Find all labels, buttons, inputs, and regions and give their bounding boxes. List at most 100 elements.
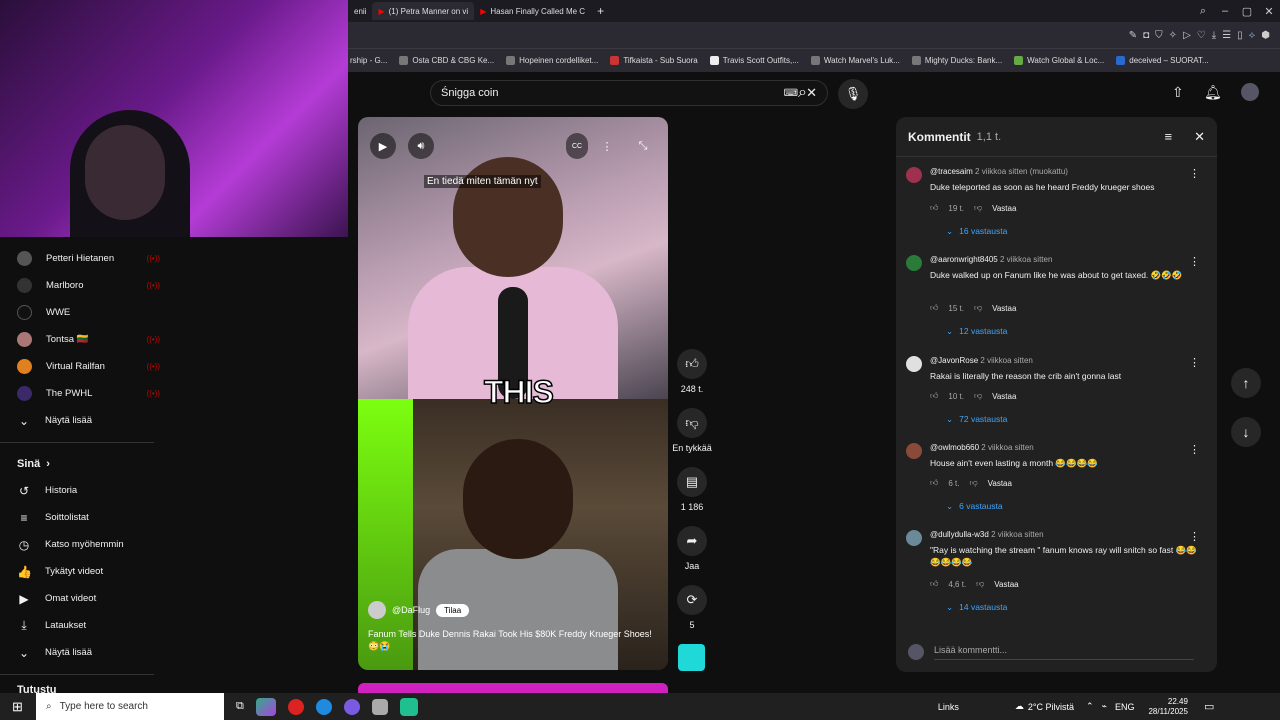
thumbs-up-icon[interactable]: 👍︎: [930, 478, 938, 488]
comment-username[interactable]: @tracesaim: [930, 167, 973, 176]
heart-icon[interactable]: ♡: [1197, 30, 1206, 41]
thumbs-down-icon[interactable]: 👎︎: [974, 391, 982, 401]
wallet-icon[interactable]: ▯: [1237, 30, 1243, 41]
network-icon[interactable]: ⌁: [1102, 701, 1107, 712]
extension-icon[interactable]: ✧: [1169, 30, 1177, 41]
share-icon[interactable]: ➦: [677, 526, 707, 556]
comment-username[interactable]: @owlmob660: [930, 443, 979, 452]
tab-0[interactable]: enii: [348, 2, 372, 20]
next-video-preview[interactable]: [358, 683, 668, 693]
thumbs-up-icon[interactable]: 👍︎: [930, 303, 938, 313]
replies-toggle[interactable]: ⌄ 6 vastausta: [946, 501, 1003, 512]
taskbar-search[interactable]: ⌕ Type here to search: [36, 693, 224, 720]
sidebar-item-your-videos[interactable]: ▶ Omat videot: [0, 585, 170, 612]
sidebar-item-watch-later[interactable]: ◷ Katso myöhemmin: [0, 531, 170, 558]
remix-icon[interactable]: ⟳: [677, 585, 707, 615]
bookmark-6[interactable]: Mighty Ducks: Bank...: [911, 56, 1002, 65]
bookmark-4[interactable]: Travis Scott Outfits,...: [709, 56, 799, 65]
extension-2-icon[interactable]: ⟡: [1249, 30, 1256, 41]
bookmark-8[interactable]: deceived – SUORAT...: [1116, 56, 1209, 65]
avatar[interactable]: [906, 356, 922, 372]
clock[interactable]: 22.49 28/11/2025: [1148, 697, 1187, 717]
sidebar-channel-2[interactable]: WWE: [0, 299, 170, 326]
short-video-player[interactable]: ▶ 🔊︎ CC ⋮ ⤡ En tiedä miten tämän nyt THI…: [358, 117, 668, 670]
reply-button[interactable]: Vastaa: [994, 580, 1018, 589]
bookmark-3[interactable]: Tifkaista - Sub Suora: [610, 56, 698, 65]
weather-widget[interactable]: ☁ 2°C Pilvistä: [1015, 701, 1074, 712]
more-options-icon[interactable]: ⋮: [598, 133, 616, 159]
more-options-icon[interactable]: ⋮: [1189, 530, 1200, 543]
sidebar-item-liked[interactable]: 👍 Tykätyt videot: [0, 558, 170, 585]
app-icon[interactable]: [371, 698, 388, 715]
edit-icon[interactable]: ✎: [1129, 30, 1137, 41]
reply-button[interactable]: Vastaa: [992, 304, 1016, 313]
bookmark-7[interactable]: Watch Global & Loc...: [1014, 56, 1104, 65]
replies-toggle[interactable]: ⌄ 16 vastausta: [946, 226, 1007, 237]
fullscreen-icon[interactable]: ⤡: [630, 133, 656, 159]
download-icon[interactable]: ⤓: [1212, 30, 1216, 41]
more-options-icon[interactable]: ⋮: [1189, 167, 1200, 180]
avatar[interactable]: [368, 601, 386, 619]
more-options-icon[interactable]: ⋮: [1189, 255, 1200, 268]
sidebar-channel-3[interactable]: Tontsa 🇱🇹 ((•)): [0, 326, 170, 353]
maximize-icon[interactable]: ▢: [1236, 5, 1258, 18]
show-more-2-button[interactable]: ⌄ Näytä lisää: [0, 639, 170, 666]
play-icon[interactable]: ▷: [1183, 30, 1191, 41]
sound-thumbnail[interactable]: [678, 644, 705, 671]
avatar[interactable]: [906, 443, 922, 459]
links-toolbar[interactable]: Links: [938, 702, 959, 712]
clear-icon[interactable]: ✕: [806, 85, 817, 101]
thumbs-down-icon[interactable]: 👎︎: [974, 203, 982, 213]
search-tabs-icon[interactable]: ⌕: [1192, 5, 1214, 18]
comment-username[interactable]: @dullydulla-w3d: [930, 530, 989, 539]
close-window-icon[interactable]: ✕: [1258, 5, 1280, 18]
notification-icon[interactable]: ▭: [1204, 700, 1214, 713]
tab-1[interactable]: ▶ (1) Petra Manner on vi: [372, 2, 475, 20]
comment-username[interactable]: @JavonRose: [930, 356, 978, 365]
reply-button[interactable]: Vastaa: [992, 204, 1016, 213]
thumbs-down-icon[interactable]: 👎︎: [976, 579, 984, 589]
cc-icon[interactable]: CC: [566, 133, 588, 159]
microphone-icon[interactable]: 🎙: [838, 79, 868, 109]
menu-icon[interactable]: ☰: [1222, 30, 1231, 41]
you-section-header[interactable]: Sinä ›: [0, 451, 170, 477]
close-icon[interactable]: ✕: [1194, 129, 1205, 145]
new-tab-button[interactable]: +: [591, 2, 610, 20]
thumbs-up-icon[interactable]: 👍︎: [930, 579, 938, 589]
sidebar-item-downloads[interactable]: ⤓ Lataukset: [0, 612, 170, 639]
bookmark-1[interactable]: Osta CBD & CBG Ke...: [399, 56, 494, 65]
search-input[interactable]: Śnigga coin: [441, 87, 776, 99]
replies-toggle[interactable]: ⌄ 12 vastausta: [946, 326, 1007, 337]
bookmark-5[interactable]: Watch Marvel's Luk...: [810, 56, 900, 65]
shield-icon[interactable]: ⛉: [1155, 30, 1163, 41]
more-options-icon[interactable]: ⋮: [1189, 443, 1200, 456]
previous-video-button[interactable]: ↑: [1231, 368, 1261, 398]
discord-icon[interactable]: [343, 698, 360, 715]
comment-username[interactable]: @aaronwright8405: [930, 255, 998, 264]
bookmark-0[interactable]: rship - G...: [350, 56, 387, 65]
sidebar-channel-4[interactable]: Virtual Railfan ((•)): [0, 353, 170, 380]
active-app-icon[interactable]: [399, 697, 418, 716]
keyboard-icon[interactable]: ⌨: [784, 88, 798, 99]
camera-icon[interactable]: ◘: [1143, 30, 1149, 41]
subscribe-button[interactable]: Tilaa: [436, 603, 470, 617]
sidebar-channel-1[interactable]: Marlboro ((•)): [0, 272, 170, 299]
sidebar-channel-5[interactable]: The PWHL ((•)): [0, 380, 170, 407]
minimize-icon[interactable]: –: [1214, 5, 1236, 18]
sidebar-item-history[interactable]: ↺ Historia: [0, 477, 170, 504]
sort-icon[interactable]: ≡: [1165, 129, 1173, 144]
volume-icon[interactable]: 🔊︎: [408, 133, 434, 159]
comment-icon[interactable]: ▤: [677, 467, 707, 497]
show-more-button[interactable]: ⌄ Näytä lisää: [0, 407, 170, 434]
more-options-icon[interactable]: ⋮: [1189, 356, 1200, 369]
search-icon[interactable]: ⌕: [798, 84, 807, 102]
thumbs-down-icon[interactable]: 👎︎: [677, 408, 707, 438]
video-title[interactable]: Fanum Tells Duke Dennis Rakai Took His $…: [368, 628, 663, 652]
task-view-icon[interactable]: ⧉: [236, 700, 244, 713]
add-comment-input[interactable]: Lisää kommentti...: [934, 645, 1194, 660]
edge-icon[interactable]: [315, 698, 332, 715]
bell-icon[interactable]: 🔔︎: [1204, 84, 1222, 101]
sidebar-channel-0[interactable]: Petteri Hietanen ((•)): [0, 245, 170, 272]
avatar[interactable]: [906, 530, 922, 546]
channel-handle[interactable]: @DaFlug: [392, 605, 430, 615]
